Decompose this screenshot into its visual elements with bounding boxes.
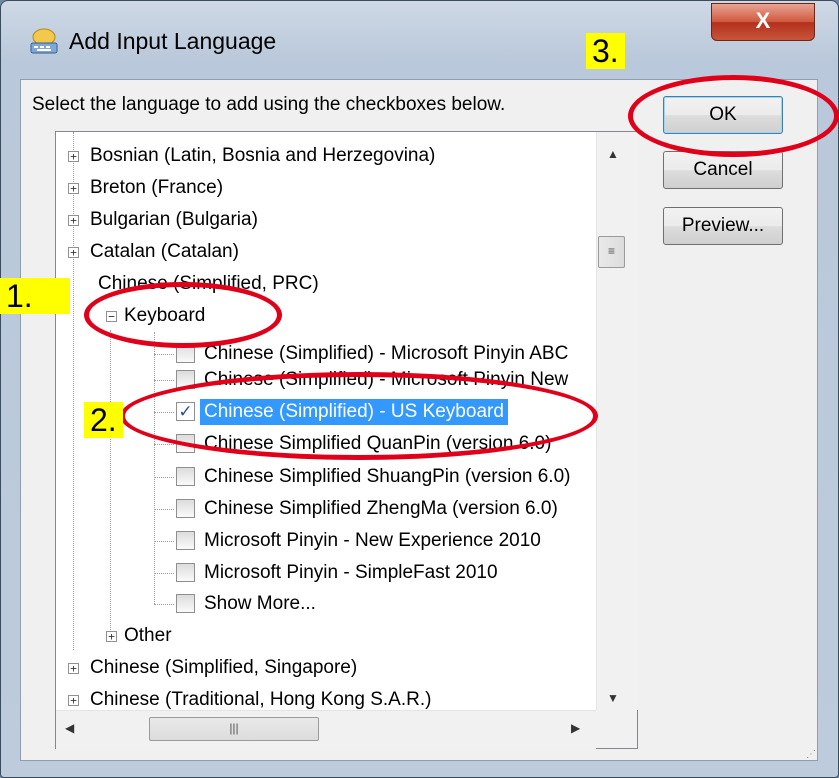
preview-button[interactable]: Preview... xyxy=(663,207,783,245)
close-icon: X xyxy=(755,8,771,33)
step-label-1: 1. xyxy=(0,278,70,314)
tree-guide-line xyxy=(154,477,174,478)
tree-guide-line xyxy=(154,509,174,510)
annotation-circle-keyboard xyxy=(84,282,282,348)
checkbox[interactable] xyxy=(176,594,195,613)
tree-item-language[interactable]: + Catalan (Catalan) xyxy=(68,236,239,268)
close-button[interactable]: X xyxy=(711,3,815,41)
tree-guide-line xyxy=(154,604,174,605)
keyboard-item-label: Microsoft Pinyin - SimpleFast 2010 xyxy=(204,562,498,583)
keyboard-globe-icon xyxy=(30,28,58,54)
expand-icon[interactable]: + xyxy=(68,247,79,258)
scroll-right-arrow-icon[interactable]: ▶ xyxy=(571,721,580,735)
tree-item-language[interactable]: + Bulgarian (Bulgaria) xyxy=(68,204,258,236)
tree-guide-line xyxy=(154,354,174,355)
scroll-left-arrow-icon[interactable]: ◀ xyxy=(65,721,74,735)
expand-icon[interactable]: + xyxy=(68,215,79,226)
vertical-scrollbar[interactable] xyxy=(596,132,638,710)
checkbox[interactable] xyxy=(176,563,195,582)
tree-item-other[interactable]: + Other xyxy=(106,620,172,652)
step-label-2: 2. xyxy=(84,402,123,438)
expand-icon[interactable]: + xyxy=(68,663,79,674)
annotation-circle-ok xyxy=(628,75,839,157)
keyboard-item-show-more[interactable]: Show More... xyxy=(176,588,316,620)
tree-item-label: Breton (France) xyxy=(90,177,224,198)
tree-item-label: Chinese (Traditional, Hong Kong S.A.R.) xyxy=(90,689,432,710)
tree-item-label: Bulgarian (Bulgaria) xyxy=(90,209,258,230)
tree-item-language[interactable]: + Bosnian (Latin, Bosnia and Herzegovina… xyxy=(68,140,435,172)
expand-icon[interactable]: + xyxy=(68,183,79,194)
scroll-up-arrow-icon[interactable]: ▲ xyxy=(607,147,619,161)
tree-item-label: Bosnian (Latin, Bosnia and Herzegovina) xyxy=(90,145,436,166)
keyboard-item[interactable]: Microsoft Pinyin - New Experience 2010 xyxy=(176,525,541,557)
keyboard-item-label: Chinese Simplified ShuangPin (version 6.… xyxy=(204,466,571,487)
resize-grip-icon[interactable]: ⋰ xyxy=(806,749,816,760)
expand-icon[interactable]: + xyxy=(106,631,117,642)
tree-guide-line xyxy=(154,573,174,574)
checkbox[interactable] xyxy=(176,499,195,518)
expand-icon[interactable]: + xyxy=(68,695,79,706)
keyboard-item-label: Show More... xyxy=(204,593,316,614)
tree-item-label: Catalan (Catalan) xyxy=(90,241,239,262)
horizontal-scroll-thumb[interactable]: ||| xyxy=(149,717,319,741)
instruction-text: Select the language to add using the che… xyxy=(32,94,506,115)
tree-item-label: Other xyxy=(124,625,172,646)
scrollbar-corner xyxy=(596,710,637,748)
annotation-circle-us-keyboard xyxy=(120,372,598,460)
keyboard-item[interactable]: Chinese Simplified ShuangPin (version 6.… xyxy=(176,461,570,493)
keyboard-item-label: Microsoft Pinyin - New Experience 2010 xyxy=(204,530,541,551)
keyboard-item[interactable]: Microsoft Pinyin - SimpleFast 2010 xyxy=(176,557,498,589)
keyboard-item-label: Chinese (Simplified) - Microsoft Pinyin … xyxy=(204,343,569,364)
checkbox[interactable] xyxy=(176,531,195,550)
tree-guide-line xyxy=(154,380,174,381)
tree-guide-line xyxy=(154,541,174,542)
window-title: Add Input Language xyxy=(69,28,277,54)
tree-guide-line xyxy=(154,332,155,604)
keyboard-item[interactable]: Chinese Simplified ZhengMa (version 6.0) xyxy=(176,493,558,525)
step-label-3: 3. xyxy=(586,33,625,69)
tree-guide-line xyxy=(110,330,111,640)
tree-item-language[interactable]: + Breton (France) xyxy=(68,172,223,204)
horizontal-scrollbar[interactable] xyxy=(56,710,596,749)
tree-item-language[interactable]: + Chinese (Simplified, Singapore) xyxy=(68,652,357,684)
vertical-scroll-thumb[interactable]: ≡ xyxy=(598,236,625,268)
tree-item-label: Chinese (Simplified, Singapore) xyxy=(90,657,358,678)
scroll-down-arrow-icon[interactable]: ▼ xyxy=(607,691,619,705)
expand-icon[interactable]: + xyxy=(68,151,79,162)
keyboard-item-label: Chinese Simplified ZhengMa (version 6.0) xyxy=(204,498,558,519)
tree-guide-line xyxy=(154,444,174,445)
title-bar[interactable]: Add Input Language X xyxy=(1,1,838,79)
checkbox[interactable] xyxy=(176,467,195,486)
